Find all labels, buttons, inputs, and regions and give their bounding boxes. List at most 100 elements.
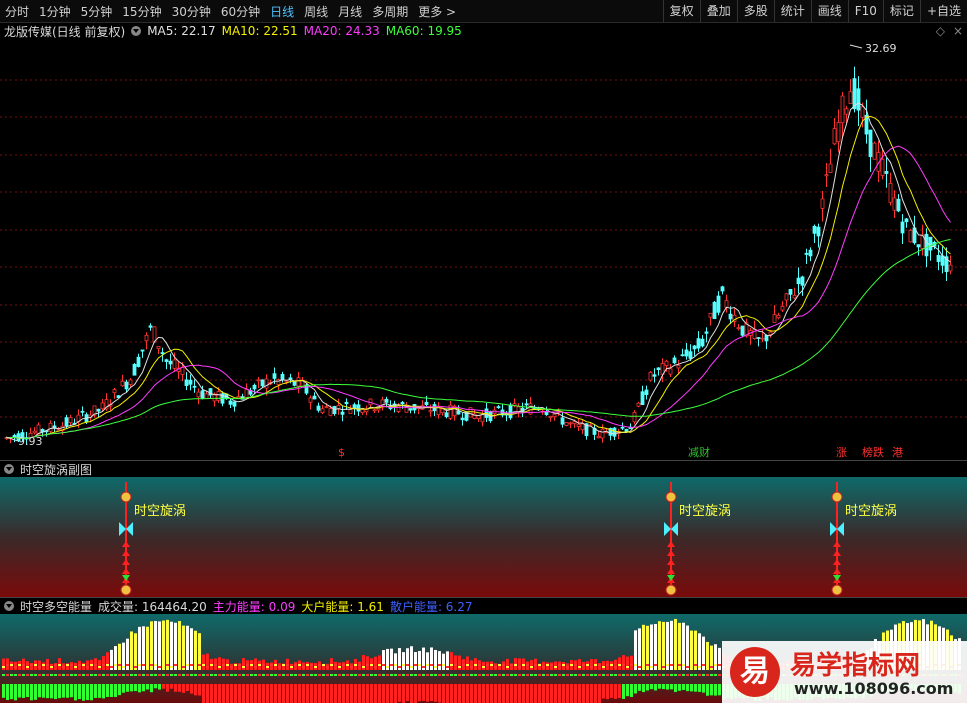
period-tab-3[interactable]: 15分钟 — [117, 3, 166, 20]
candle-body — [144, 334, 149, 342]
energy-dash — [650, 666, 653, 668]
candle-body — [836, 122, 841, 143]
period-tab-4[interactable]: 30分钟 — [167, 3, 216, 20]
candle-body — [724, 300, 729, 308]
tool-button-1[interactable]: 叠加 — [699, 0, 737, 22]
energy-bar — [294, 662, 297, 670]
energy-dash — [194, 674, 197, 676]
energy-bar — [578, 659, 581, 670]
energy-bar-negative — [538, 684, 541, 703]
energy-dash — [610, 674, 613, 676]
energy-bar-negative — [230, 684, 233, 703]
tool-button-4[interactable]: 画线 — [810, 0, 848, 22]
energy-dash — [210, 664, 213, 666]
energy-bar-negative — [22, 684, 25, 698]
energy-dash — [218, 666, 221, 668]
period-tab-7[interactable]: 周线 — [299, 3, 333, 20]
energy-dash — [158, 666, 161, 668]
energy-dash — [422, 666, 425, 668]
candle-body — [796, 277, 801, 285]
panel2-menu-icon[interactable] — [4, 601, 14, 611]
energy-dash — [526, 664, 529, 666]
energy-dash — [318, 664, 321, 666]
period-tab-0[interactable]: 分时 — [0, 3, 34, 20]
energy-dash — [698, 674, 701, 676]
energy-dash — [46, 674, 49, 676]
energy-bar-negative — [354, 684, 357, 703]
candlestick-chart[interactable]: 32.69 9.93 $ 减财 涨 榜跌港 — [0, 40, 967, 460]
signal-label: 时空旋涡 — [845, 504, 897, 519]
energy-dash — [314, 666, 317, 668]
energy-dash — [442, 664, 445, 666]
candle-body — [80, 410, 85, 413]
period-tab-10[interactable]: 更多 > — [413, 3, 461, 20]
candle-body — [656, 367, 661, 370]
energy-bar-negative — [670, 684, 673, 690]
energy-dash — [474, 664, 477, 666]
energy-bar-negative — [290, 684, 293, 703]
energy-dash — [222, 674, 225, 676]
energy-dash — [342, 664, 345, 666]
energy-dash — [230, 674, 233, 676]
signal-coin-icon — [665, 584, 677, 596]
energy-dash — [34, 674, 37, 676]
energy-dash — [270, 664, 273, 666]
candle-body — [740, 325, 745, 336]
energy-dash — [242, 674, 245, 676]
tool-button-5[interactable]: F10 — [847, 0, 883, 22]
period-tab-6[interactable]: 日线 — [265, 3, 299, 20]
period-tab-9[interactable]: 多周期 — [367, 3, 413, 20]
energy-dash — [614, 666, 617, 668]
energy-dash — [654, 674, 657, 676]
energy-dash — [654, 664, 657, 666]
tool-button-6[interactable]: 标记 — [882, 0, 920, 22]
candle-body — [508, 404, 513, 419]
tool-button-7[interactable]: +自选 — [919, 0, 967, 22]
close-icon[interactable]: × — [953, 24, 963, 38]
tool-button-2[interactable]: 多股 — [736, 0, 774, 22]
energy-bar-negative — [346, 684, 349, 703]
main-energy-value: 主力能量: 0.09 — [212, 599, 296, 614]
candle-body — [356, 404, 361, 412]
energy-bar-negative — [158, 684, 161, 690]
signal-label: 时空旋涡 — [679, 504, 731, 519]
energy-bar-negative — [638, 684, 641, 691]
vortex-subchart[interactable]: 时空旋涡 时空旋涡 时空旋涡 — [0, 477, 967, 597]
candle-body — [580, 423, 585, 431]
energy-bar-negative — [710, 684, 713, 696]
energy-bar — [98, 660, 101, 670]
tool-button-3[interactable]: 统计 — [773, 0, 811, 22]
energy-dash — [130, 664, 133, 666]
period-tab-8[interactable]: 月线 — [333, 3, 367, 20]
period-tab-5[interactable]: 60分钟 — [216, 3, 265, 20]
energy-bar — [482, 661, 485, 670]
energy-dash — [582, 664, 585, 666]
energy-bar-negative — [154, 684, 157, 689]
energy-dash — [310, 674, 313, 676]
energy-bar — [638, 628, 641, 670]
signal-coin-icon — [120, 584, 132, 596]
candle-body — [184, 379, 189, 386]
energy-dash — [598, 674, 601, 676]
energy-bar-negative — [718, 684, 721, 696]
energy-dash — [658, 674, 661, 676]
energy-dash — [710, 674, 713, 676]
candle-body — [576, 423, 581, 427]
candle-body — [120, 380, 125, 387]
energy-dash — [470, 674, 473, 676]
diamond-icon[interactable]: ◇ — [936, 24, 945, 38]
energy-dash — [178, 664, 181, 666]
period-tab-2[interactable]: 5分钟 — [76, 3, 118, 20]
panel1-menu-icon[interactable] — [4, 464, 14, 474]
indicator-menu-icon[interactable] — [131, 26, 142, 36]
energy-dash — [330, 664, 333, 666]
candle-body — [100, 402, 105, 410]
energy-bar — [518, 658, 521, 670]
candle-body — [188, 379, 193, 385]
tool-button-0[interactable]: 复权 — [662, 0, 700, 22]
period-tab-1[interactable]: 1分钟 — [34, 3, 76, 20]
energy-dash — [478, 664, 481, 666]
candle-body — [132, 363, 137, 376]
energy-dash — [70, 674, 73, 676]
energy-bar-negative — [434, 684, 437, 702]
